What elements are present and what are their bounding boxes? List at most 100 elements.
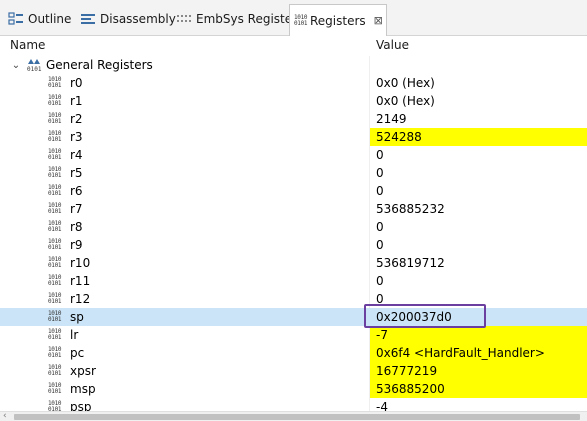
tab-disassembly[interactable]: Disassembly: [76, 6, 176, 32]
register-value[interactable]: 536885232: [370, 200, 587, 218]
register-value[interactable]: 0x0 (Hex): [370, 92, 587, 110]
register-name: r5: [70, 166, 83, 180]
outline-icon: [8, 11, 24, 27]
scrollbar-thumb[interactable]: [14, 414, 580, 420]
name-column-header[interactable]: Name: [10, 38, 45, 52]
register-name: r12: [70, 292, 91, 306]
register-icon: 1010 0101: [48, 112, 62, 125]
register-row-msp[interactable]: 1010 0101 msp 536885200: [0, 380, 587, 398]
register-icon: 1010 0101: [48, 256, 62, 269]
register-name: msp: [70, 382, 96, 396]
register-name: r10: [70, 256, 91, 270]
register-name: r8: [70, 220, 83, 234]
register-icon: 1010 0101: [48, 400, 62, 412]
register-row-r7[interactable]: 1010 0101 r7 536885232: [0, 200, 587, 218]
register-icon: 1010 0101: [48, 274, 62, 287]
register-row-r11[interactable]: 1010 0101 r11 0: [0, 272, 587, 290]
register-row-r0[interactable]: 1010 0101 r0 0x0 (Hex): [0, 74, 587, 92]
register-row-pc[interactable]: 1010 0101 pc 0x6f4 <HardFault_Handler>: [0, 344, 587, 362]
register-row-r4[interactable]: 1010 0101 r4 0: [0, 146, 587, 164]
register-row-lr[interactable]: 1010 0101 lr -7: [0, 326, 587, 344]
register-name: sp: [70, 310, 84, 324]
register-icon: 1010 0101: [48, 364, 62, 377]
sp-value-annotation-box: [364, 304, 486, 328]
disassembly-icon: [80, 11, 96, 27]
register-value[interactable]: 536819712: [370, 254, 587, 272]
register-row-sp[interactable]: 1010 0101 sp 0x200037d0: [0, 308, 587, 326]
register-icon: 1010 0101: [48, 94, 62, 107]
register-name: r6: [70, 184, 83, 198]
register-name: r11: [70, 274, 91, 288]
group-label: General Registers: [46, 58, 153, 72]
scroll-left-icon[interactable]: ‹: [3, 411, 7, 421]
tab-embsys-registers[interactable]: EmbSys Registers: [172, 6, 303, 32]
register-row-r2[interactable]: 1010 0101 r2 2149: [0, 110, 587, 128]
tab-label: Outline: [28, 12, 72, 26]
tab-outline[interactable]: Outline: [4, 6, 71, 32]
register-name: r4: [70, 148, 83, 162]
register-icon: 1010 0101: [48, 202, 62, 215]
register-name: r9: [70, 238, 83, 252]
register-name: r2: [70, 112, 83, 126]
register-icon: 1010 0101: [48, 76, 62, 89]
register-row-r10[interactable]: 1010 0101 r10 536819712: [0, 254, 587, 272]
register-name: pc: [70, 346, 85, 360]
register-row-r5[interactable]: 1010 0101 r5 0: [0, 164, 587, 182]
group-row-general-registers[interactable]: ⌄ 0101 General Registers: [0, 56, 587, 74]
register-icon: 1010 0101: [48, 148, 62, 161]
view-tab-bar: Outline Disassembly EmbSys Registers 101…: [0, 0, 587, 36]
register-icon: 1010 0101: [48, 238, 62, 251]
register-icon: 1010 0101: [48, 382, 62, 395]
register-icon: 1010 0101: [48, 346, 62, 359]
register-row-r8[interactable]: 1010 0101 r8 0: [0, 218, 587, 236]
tab-label: Disassembly: [100, 12, 176, 26]
chevron-down-icon[interactable]: ⌄: [10, 60, 22, 71]
register-value[interactable]: 0: [370, 146, 587, 164]
register-icon: 1010 0101: [48, 184, 62, 197]
register-value[interactable]: 524288: [370, 128, 587, 146]
register-row-psp[interactable]: 1010 0101 psp -4: [0, 398, 587, 411]
horizontal-scrollbar[interactable]: ‹: [0, 411, 587, 421]
register-value[interactable]: 536885200: [370, 380, 587, 398]
register-name: r3: [70, 130, 83, 144]
register-row-r9[interactable]: 1010 0101 r9 0: [0, 236, 587, 254]
register-row-r6[interactable]: 1010 0101 r6 0: [0, 182, 587, 200]
register-value[interactable]: 0: [370, 218, 587, 236]
register-name: r0: [70, 76, 83, 90]
register-row-r1[interactable]: 1010 0101 r1 0x0 (Hex): [0, 92, 587, 110]
register-row-r12[interactable]: 1010 0101 r12 0: [0, 290, 587, 308]
register-value[interactable]: 0: [370, 164, 587, 182]
tab-registers[interactable]: 1010 0101 Registers ⊠: [289, 4, 387, 36]
embsys-registers-icon: [176, 11, 192, 27]
tab-label: EmbSys Registers: [196, 12, 304, 26]
register-value[interactable]: 0x6f4 <HardFault_Handler>: [370, 344, 587, 362]
register-name: psp: [70, 400, 92, 411]
register-group-icon: 0101: [26, 57, 42, 73]
value-column-header[interactable]: Value: [376, 38, 409, 52]
register-name: lr: [70, 328, 79, 342]
register-icon: 1010 0101: [48, 310, 62, 323]
register-name: r7: [70, 202, 83, 216]
register-row-xpsr[interactable]: 1010 0101 xpsr 16777219: [0, 362, 587, 380]
close-icon[interactable]: ⊠: [374, 14, 383, 27]
register-tree: ⌄ 0101 General Registers 1010 0101 r0 0x0 …: [0, 56, 587, 411]
register-icon: 1010 0101: [48, 220, 62, 233]
register-value[interactable]: -4: [370, 398, 587, 411]
register-value[interactable]: 16777219: [370, 362, 587, 380]
register-name: xpsr: [70, 364, 96, 378]
registers-icon: 1010 0101: [294, 13, 308, 27]
register-icon: 1010 0101: [48, 328, 62, 341]
register-row-r3[interactable]: 1010 0101 r3 524288: [0, 128, 587, 146]
register-icon: 1010 0101: [48, 130, 62, 143]
tab-label: Registers: [310, 13, 366, 28]
register-value[interactable]: 0: [370, 182, 587, 200]
svg-text:0101: 0101: [27, 66, 42, 73]
register-icon: 1010 0101: [48, 292, 62, 305]
register-value[interactable]: 0: [370, 272, 587, 290]
register-value[interactable]: -7: [370, 326, 587, 344]
register-value[interactable]: 0x0 (Hex): [370, 74, 587, 92]
register-value[interactable]: 2149: [370, 110, 587, 128]
register-value[interactable]: 0: [370, 236, 587, 254]
register-icon: 1010 0101: [48, 166, 62, 179]
register-name: r1: [70, 94, 83, 108]
